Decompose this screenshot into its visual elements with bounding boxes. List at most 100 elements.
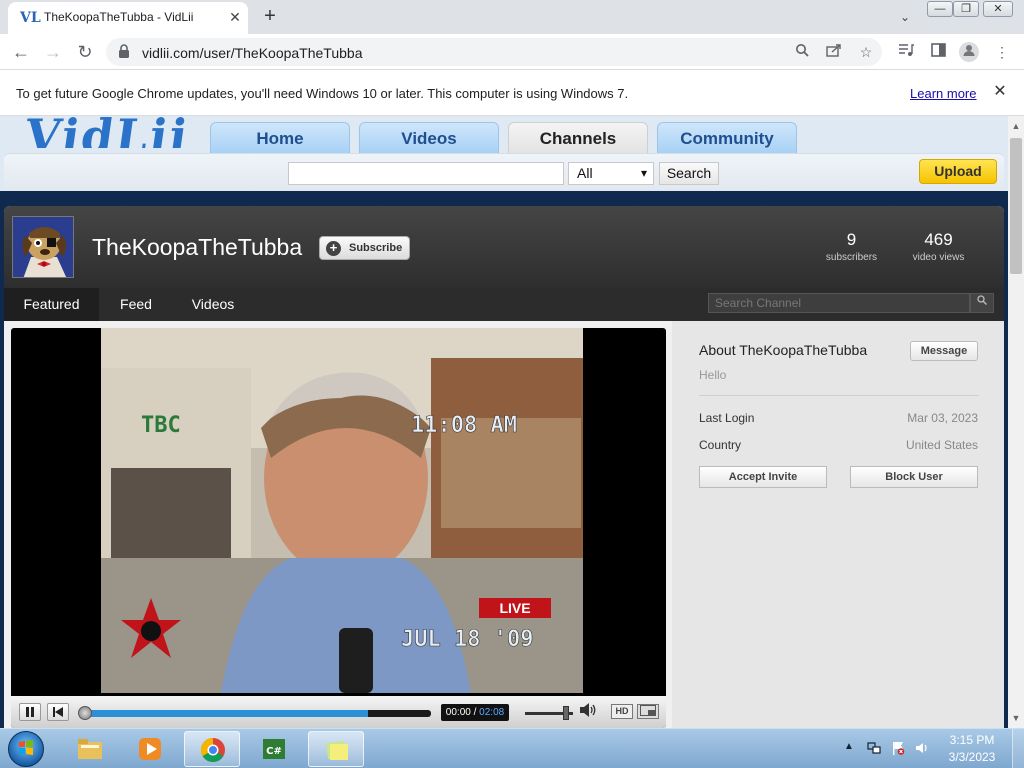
nav-tab-community[interactable]: Community [657, 122, 797, 154]
live-overlay-text: LIVE [499, 600, 530, 616]
channel-search-icon[interactable] [970, 293, 994, 313]
tab-search-chevron-icon[interactable]: ⌄ [894, 6, 916, 28]
upload-button[interactable]: Upload [919, 159, 997, 184]
site-search-input[interactable] [288, 162, 564, 185]
action-center-flag-icon[interactable] [890, 741, 906, 757]
duration-time: 02:08 [479, 707, 505, 718]
current-time: 00:00 [445, 707, 471, 718]
volume-handle[interactable] [563, 706, 569, 720]
channel-tab-feed[interactable]: Feed [108, 288, 164, 321]
seek-handle[interactable] [78, 706, 92, 720]
subscribers-stat: 9 subscribers [819, 230, 884, 263]
seek-bar[interactable] [81, 710, 431, 717]
scroll-up-arrow-icon[interactable]: ▲ [1008, 118, 1024, 134]
page-scrollbar[interactable]: ▲ ▼ [1008, 116, 1024, 728]
reload-button[interactable]: ↻ [72, 40, 98, 64]
browser-tab[interactable]: VL TheKoopaTheTubba - VidLii ✕ [8, 2, 248, 34]
chrome-menu-icon[interactable]: ⋮ [992, 42, 1012, 62]
channel-tab-featured[interactable]: Featured [4, 288, 99, 321]
video-views-stat: 469 video views [906, 230, 971, 263]
search-button[interactable]: Search [659, 162, 719, 185]
video-frame[interactable]: LIVE TBC 11:08 AM JUL 18 '09 [101, 328, 583, 693]
clock-date[interactable]: 3/3/2023 [940, 750, 1004, 764]
previous-icon[interactable] [47, 703, 69, 721]
channel-tab-videos[interactable]: Videos [184, 288, 242, 321]
channel-search-input[interactable]: Search Channel [708, 293, 970, 313]
address-bar[interactable]: vidlii.com/user/TheKoopaTheTubba ☆ [106, 38, 882, 66]
about-title: About TheKoopaTheTubba [699, 342, 868, 358]
windows-logo-icon [19, 740, 33, 755]
player-controls: 00:00 / 02:08 HD [11, 696, 666, 728]
taskbar-chrome[interactable] [184, 731, 240, 767]
scrollbar-thumb[interactable] [1010, 138, 1022, 274]
channel-name: TheKoopaTheTubba [92, 234, 303, 260]
channel-avatar[interactable] [12, 216, 74, 278]
infobar-close-icon[interactable]: ✕ [990, 82, 1010, 102]
message-button[interactable]: Message [910, 341, 978, 361]
new-tab-button[interactable]: + [258, 5, 282, 29]
tray-expand-icon[interactable]: ▲ [844, 741, 854, 752]
back-button[interactable]: ← [8, 40, 34, 64]
volume-icon[interactable] [914, 741, 930, 757]
csharp-label: C# [266, 746, 282, 757]
accept-invite-button[interactable]: Accept Invite [699, 466, 827, 488]
zoom-icon[interactable] [792, 42, 812, 62]
network-icon[interactable] [866, 741, 882, 757]
scroll-down-arrow-icon[interactable]: ▼ [1008, 710, 1024, 726]
chevron-down-icon: ▾ [640, 166, 647, 180]
time-overlay-text: 11:08 AM [411, 413, 517, 438]
taskbar-csharp[interactable]: C# [246, 731, 302, 767]
time-display: 00:00 / 02:08 [441, 704, 509, 721]
video-player[interactable]: LIVE TBC 11:08 AM JUL 18 '09 00:00 / 02:… [11, 328, 666, 728]
nav-tab-home[interactable]: Home [210, 122, 350, 154]
share-icon[interactable] [824, 42, 844, 62]
nav-tab-videos[interactable]: Videos [359, 122, 499, 154]
pause-button[interactable] [19, 703, 41, 721]
url-text[interactable]: vidlii.com/user/TheKoopaTheTubba [142, 45, 363, 61]
subscribers-label: subscribers [825, 252, 878, 263]
tab-close-icon[interactable]: ✕ [226, 8, 244, 26]
video-views-count: 469 [924, 230, 953, 249]
bookmark-star-icon[interactable]: ☆ [856, 42, 876, 62]
media-controls-icon[interactable] [896, 42, 916, 62]
country-value: United States [905, 438, 978, 452]
window-maximize-button[interactable]: ❐ [953, 1, 979, 17]
sticky-notes-icon [325, 740, 348, 760]
side-panel-icon[interactable] [928, 42, 948, 62]
clock-time[interactable]: 3:15 PM [940, 733, 1004, 747]
taskbar-sticky-notes[interactable] [308, 731, 364, 767]
tab-title: TheKoopaTheTubba - VidLii [44, 10, 194, 24]
speaker-icon[interactable] [579, 702, 599, 722]
lock-icon[interactable] [118, 44, 132, 60]
forward-button[interactable]: → [40, 40, 66, 64]
search-category-value: All [577, 165, 593, 181]
subscribe-button[interactable]: + Subscribe [319, 236, 410, 260]
profile-avatar-icon[interactable] [959, 42, 979, 62]
taskbar-media-player[interactable] [122, 731, 178, 767]
update-infobar: To get future Google Chrome updates, you… [0, 70, 1024, 116]
last-login-value: Mar 03, 2023 [907, 411, 978, 425]
fullscreen-icon[interactable] [637, 704, 659, 719]
vidlii-logo[interactable]: VidLii [23, 116, 192, 148]
subscribers-count: 9 [846, 230, 857, 249]
show-desktop-button[interactable] [1012, 729, 1024, 768]
start-button[interactable] [8, 731, 44, 767]
search-category-select[interactable]: All ▾ [568, 162, 654, 185]
hd-button[interactable]: HD [611, 704, 633, 719]
chrome-icon [200, 738, 225, 763]
time-separator: / [470, 707, 480, 718]
window-minimize-button[interactable]: — [927, 1, 953, 17]
station-overlay-text: TBC [141, 413, 181, 438]
windows-taskbar: C# ▲ 3:15 PM 3/3/2023 [0, 728, 1024, 768]
infobar-message: To get future Google Chrome updates, you… [16, 86, 629, 101]
block-user-button[interactable]: Block User [850, 466, 978, 488]
last-login-label: Last Login [699, 411, 755, 425]
seek-bar-progress [81, 710, 368, 717]
nav-tab-channels[interactable]: Channels [508, 122, 648, 154]
channel-bio: Hello [699, 368, 727, 382]
window-close-button[interactable]: ✕ [983, 1, 1013, 17]
plus-icon: + [326, 241, 341, 256]
learn-more-link[interactable]: Learn more [910, 86, 976, 101]
taskbar-explorer[interactable] [62, 731, 118, 767]
channel-about-panel: About TheKoopaTheTubba Message Hello Las… [672, 321, 1004, 728]
